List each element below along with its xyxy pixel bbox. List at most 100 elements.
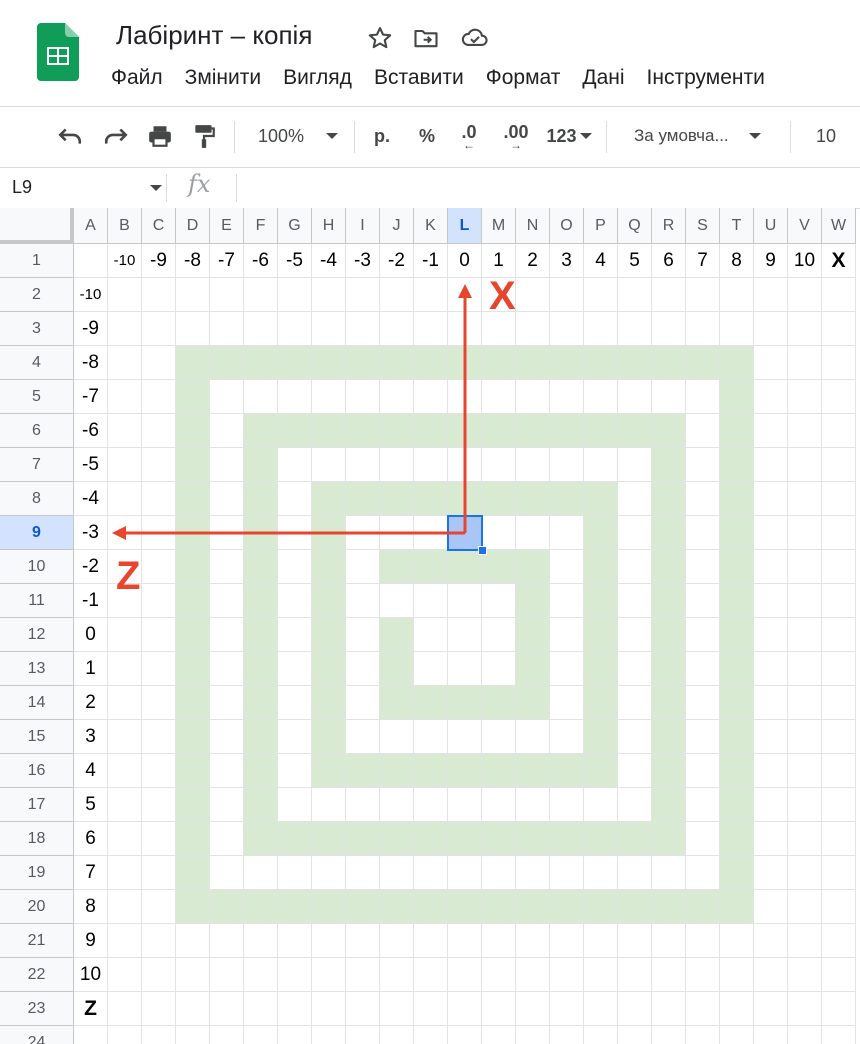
cell-T6[interactable] (720, 414, 754, 448)
cell-G24[interactable] (278, 1026, 312, 1044)
cell-W24[interactable] (822, 1026, 856, 1044)
cell-K23[interactable] (414, 992, 448, 1026)
cell-K3[interactable] (414, 312, 448, 346)
cell-D19[interactable] (176, 856, 210, 890)
cell-O15[interactable] (550, 720, 584, 754)
cell-S22[interactable] (686, 958, 720, 992)
cell-L11[interactable] (448, 584, 482, 618)
cell-K21[interactable] (414, 924, 448, 958)
cell-J17[interactable] (380, 788, 414, 822)
cell-R19[interactable] (652, 856, 686, 890)
cell-A17[interactable]: 5 (74, 788, 108, 822)
cell-P1[interactable]: 4 (584, 244, 618, 278)
cell-D22[interactable] (176, 958, 210, 992)
cell-N1[interactable]: 2 (516, 244, 550, 278)
cell-G12[interactable] (278, 618, 312, 652)
cell-L20[interactable] (448, 890, 482, 924)
cell-M4[interactable] (482, 346, 516, 380)
column-header-O[interactable]: O (550, 208, 584, 244)
cell-L15[interactable] (448, 720, 482, 754)
cell-A16[interactable]: 4 (74, 754, 108, 788)
cell-E23[interactable] (210, 992, 244, 1026)
cell-Q16[interactable] (618, 754, 652, 788)
cell-N23[interactable] (516, 992, 550, 1026)
cell-L22[interactable] (448, 958, 482, 992)
cell-D5[interactable] (176, 380, 210, 414)
cell-F15[interactable] (244, 720, 278, 754)
cell-Q20[interactable] (618, 890, 652, 924)
cell-G14[interactable] (278, 686, 312, 720)
cell-Q7[interactable] (618, 448, 652, 482)
cell-K2[interactable] (414, 278, 448, 312)
cell-R3[interactable] (652, 312, 686, 346)
cell-J11[interactable] (380, 584, 414, 618)
cell-F19[interactable] (244, 856, 278, 890)
row-header-22[interactable]: 22 (0, 958, 74, 992)
cell-H17[interactable] (312, 788, 346, 822)
cell-P13[interactable] (584, 652, 618, 686)
cell-J7[interactable] (380, 448, 414, 482)
cell-E11[interactable] (210, 584, 244, 618)
cell-P4[interactable] (584, 346, 618, 380)
cell-T13[interactable] (720, 652, 754, 686)
cell-G9[interactable] (278, 516, 312, 550)
cell-F11[interactable] (244, 584, 278, 618)
row-header-21[interactable]: 21 (0, 924, 74, 958)
cell-Q9[interactable] (618, 516, 652, 550)
cell-T18[interactable] (720, 822, 754, 856)
cell-U12[interactable] (754, 618, 788, 652)
cell-S12[interactable] (686, 618, 720, 652)
cell-B3[interactable] (108, 312, 142, 346)
cell-N4[interactable] (516, 346, 550, 380)
cell-W23[interactable] (822, 992, 856, 1026)
cell-V8[interactable] (788, 482, 822, 516)
cell-I1[interactable]: -3 (346, 244, 380, 278)
cell-G3[interactable] (278, 312, 312, 346)
cell-F22[interactable] (244, 958, 278, 992)
cell-I21[interactable] (346, 924, 380, 958)
cell-E8[interactable] (210, 482, 244, 516)
cell-A6[interactable]: -6 (74, 414, 108, 448)
cell-S24[interactable] (686, 1026, 720, 1044)
cell-R17[interactable] (652, 788, 686, 822)
cell-L18[interactable] (448, 822, 482, 856)
cell-K13[interactable] (414, 652, 448, 686)
cell-W12[interactable] (822, 618, 856, 652)
cell-T7[interactable] (720, 448, 754, 482)
cell-R13[interactable] (652, 652, 686, 686)
cell-N16[interactable] (516, 754, 550, 788)
cell-E21[interactable] (210, 924, 244, 958)
cell-M10[interactable] (482, 550, 516, 584)
cell-I6[interactable] (346, 414, 380, 448)
cell-C15[interactable] (142, 720, 176, 754)
cell-V3[interactable] (788, 312, 822, 346)
cell-B18[interactable] (108, 822, 142, 856)
cell-M7[interactable] (482, 448, 516, 482)
cell-O12[interactable] (550, 618, 584, 652)
cell-O10[interactable] (550, 550, 584, 584)
cell-S13[interactable] (686, 652, 720, 686)
cell-Q8[interactable] (618, 482, 652, 516)
cell-Q2[interactable] (618, 278, 652, 312)
cell-F1[interactable]: -6 (244, 244, 278, 278)
cell-F7[interactable] (244, 448, 278, 482)
cell-J6[interactable] (380, 414, 414, 448)
cell-A22[interactable]: 10 (74, 958, 108, 992)
cell-R20[interactable] (652, 890, 686, 924)
cell-U20[interactable] (754, 890, 788, 924)
cell-B1[interactable]: -10 (108, 244, 142, 278)
cell-M5[interactable] (482, 380, 516, 414)
cell-U19[interactable] (754, 856, 788, 890)
cell-H5[interactable] (312, 380, 346, 414)
cell-U14[interactable] (754, 686, 788, 720)
cell-Q5[interactable] (618, 380, 652, 414)
cell-A5[interactable]: -7 (74, 380, 108, 414)
cell-D24[interactable] (176, 1026, 210, 1044)
cell-U8[interactable] (754, 482, 788, 516)
cell-G5[interactable] (278, 380, 312, 414)
cell-J2[interactable] (380, 278, 414, 312)
cell-R2[interactable] (652, 278, 686, 312)
cell-M20[interactable] (482, 890, 516, 924)
column-header-R[interactable]: R (652, 208, 686, 244)
cell-H12[interactable] (312, 618, 346, 652)
